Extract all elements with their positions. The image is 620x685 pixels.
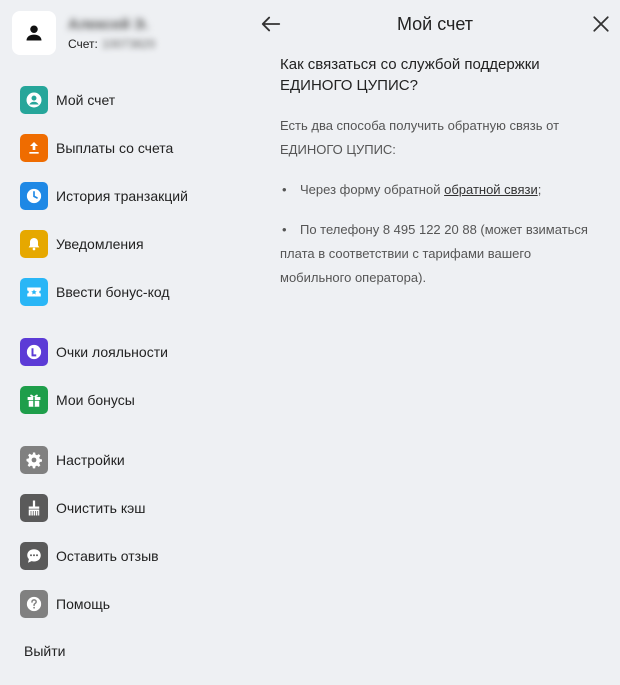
account-number: 10073820 — [101, 37, 156, 51]
menu-item-feedback[interactable]: Оставить отзыв — [20, 542, 159, 570]
menu-item-clear-cache[interactable]: Очистить кэш — [20, 494, 146, 522]
menu-item-my-account[interactable]: Мой счет — [20, 86, 115, 114]
bullet-marker: • — [282, 182, 287, 197]
menu-label: Очистить кэш — [56, 500, 146, 516]
top-bar: Мой счет — [250, 0, 620, 50]
gift-icon — [20, 386, 48, 414]
menu-label: Уведомления — [56, 236, 144, 252]
close-icon[interactable] — [592, 15, 610, 33]
logout-button[interactable]: Выйти — [24, 643, 65, 659]
account-icon — [20, 86, 48, 114]
help-icon — [20, 590, 48, 618]
menu-item-notifications[interactable]: Уведомления — [20, 230, 144, 258]
menu-label: Помощь — [56, 596, 111, 612]
bullet1-prefix: Через форму обратной — [300, 182, 441, 197]
account-label: Счет: — [68, 37, 98, 51]
menu-label: Оставить отзыв — [56, 548, 159, 564]
menu-item-payouts[interactable]: Выплаты со счета — [20, 134, 173, 162]
menu-label: Ввести бонус-код — [56, 284, 170, 300]
account-line: Счет: 10073820 — [68, 37, 155, 51]
gear-icon — [20, 446, 48, 474]
upload-icon — [20, 134, 48, 162]
bullet-text: Через форму обратной обратной связи; — [300, 178, 541, 202]
user-header[interactable]: Алексей Э. Счет: 10073820 — [12, 11, 155, 55]
bullet-phone: • По телефону 8 495 122 20 88 (может взим… — [280, 218, 600, 290]
menu-item-loyalty[interactable]: Очки лояльности — [20, 338, 168, 366]
loyalty-icon — [20, 338, 48, 366]
bullet1-suffix: ; — [537, 182, 542, 197]
broom-icon — [20, 494, 48, 522]
menu-item-history[interactable]: История транзакций — [20, 182, 188, 210]
menu-label: Мой счет — [56, 92, 116, 108]
menu-item-bonus-code[interactable]: Ввести бонус-код — [20, 278, 170, 306]
bullet2-text: • По телефону 8 495 122 20 88 (может взим… — [280, 218, 600, 290]
feedback-link[interactable]: обратной связи — [444, 182, 538, 197]
menu-item-settings[interactable]: Настройки — [20, 446, 125, 474]
chat-icon — [20, 542, 48, 570]
menu-label: Выплаты со счета — [56, 140, 174, 156]
article-title: Как связаться со службой поддержки ЕДИНО… — [280, 54, 600, 96]
menu-label: История транзакций — [56, 188, 188, 204]
article-intro: Есть два способа получить обратную связь… — [280, 118, 560, 157]
bullet-marker: • — [282, 222, 287, 237]
sidebar: Алексей Э. Счет: 10073820 Мой счет Выпла… — [0, 0, 250, 685]
bullet-feedback-form: • Через форму обратной обратной связи; — [280, 178, 600, 202]
article-title-line1: Как связаться со службой поддержки — [280, 56, 540, 73]
user-info: Алексей Э. Счет: 10073820 — [68, 15, 155, 51]
menu-label: Очки лояльности — [56, 344, 168, 360]
user-name: Алексей Э. — [68, 16, 149, 33]
phone-text: По телефону 8 495 122 20 88 (может взима… — [280, 222, 588, 285]
menu-item-help[interactable]: Помощь — [20, 590, 110, 618]
ticket-icon — [20, 278, 48, 306]
menu-item-my-bonuses[interactable]: Мои бонусы — [20, 386, 135, 414]
clock-icon — [20, 182, 48, 210]
menu-label: Мои бонусы — [56, 392, 135, 408]
bell-icon — [20, 230, 48, 258]
user-icon — [26, 25, 42, 41]
page-title: Мой счет — [396, 14, 474, 34]
avatar[interactable] — [12, 11, 56, 55]
article-title-line2: ЕДИНОГО ЦУПИС? — [280, 77, 418, 94]
menu-label: Настройки — [56, 452, 125, 468]
support-article: Как связаться со службой поддержки ЕДИНО… — [280, 54, 600, 290]
